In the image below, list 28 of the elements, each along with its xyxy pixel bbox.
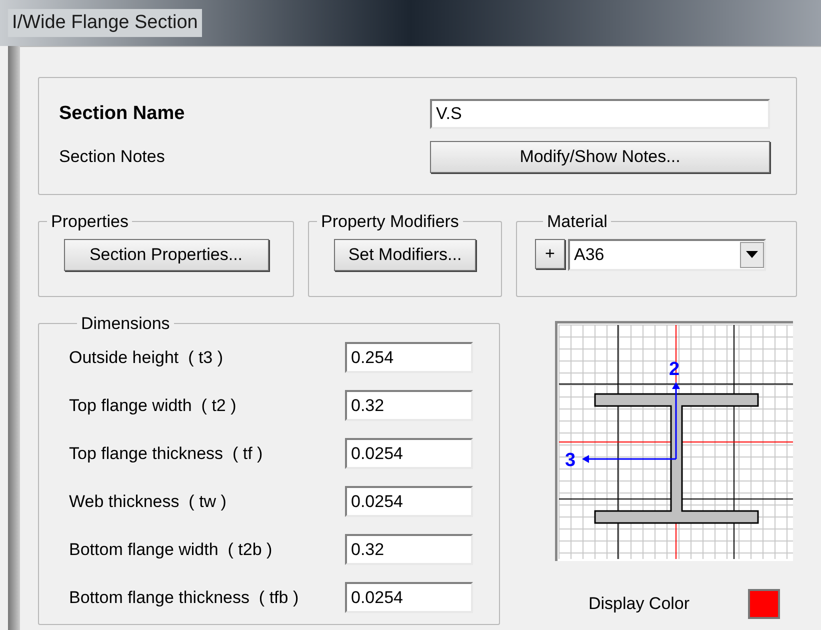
add-material-button[interactable]: + [535, 238, 565, 268]
dimension-field[interactable]: 0.254 [345, 342, 473, 373]
dimension-field[interactable]: 0.32 [345, 534, 473, 565]
window-title: I/Wide Flange Section [8, 8, 202, 38]
set-modifiers-button[interactable]: Set Modifiers... [334, 238, 476, 270]
group-title: Property Modifiers [320, 211, 460, 233]
dimension-label: Web thickness ( tw ) [69, 490, 226, 513]
color-swatch[interactable] [748, 589, 780, 619]
display-color-label: Display Color [588, 593, 690, 616]
dimension-label: Bottom flange width ( t2b ) [69, 538, 272, 561]
group-title: Material [546, 211, 608, 233]
group-title: Dimensions [80, 313, 171, 335]
dimension-label: Bottom flange thickness ( tfb ) [69, 586, 299, 609]
dimension-label: Top flange thickness ( tf ) [69, 442, 263, 465]
axis-label: 3 [565, 450, 576, 471]
group-title: Properties [50, 211, 130, 233]
dimension-label: Top flange width ( t2 ) [69, 394, 236, 417]
dimension-field[interactable]: 0.32 [345, 390, 473, 421]
dimension-field[interactable]: 0.0254 [345, 486, 473, 517]
section-name-field[interactable]: V.S [430, 99, 770, 129]
modify-notes-button[interactable]: Modify/Show Notes... [430, 141, 770, 173]
dimension-field[interactable]: 0.0254 [345, 438, 473, 469]
section-name-label: Section Name [59, 102, 185, 126]
material-dropdown[interactable]: A36 [568, 238, 766, 270]
dimension-label: Outside height ( t3 ) [69, 346, 224, 369]
section-notes-label: Section Notes [59, 146, 165, 168]
section-properties-button[interactable]: Section Properties... [64, 238, 268, 270]
dimension-field[interactable]: 0.0254 [345, 582, 473, 613]
